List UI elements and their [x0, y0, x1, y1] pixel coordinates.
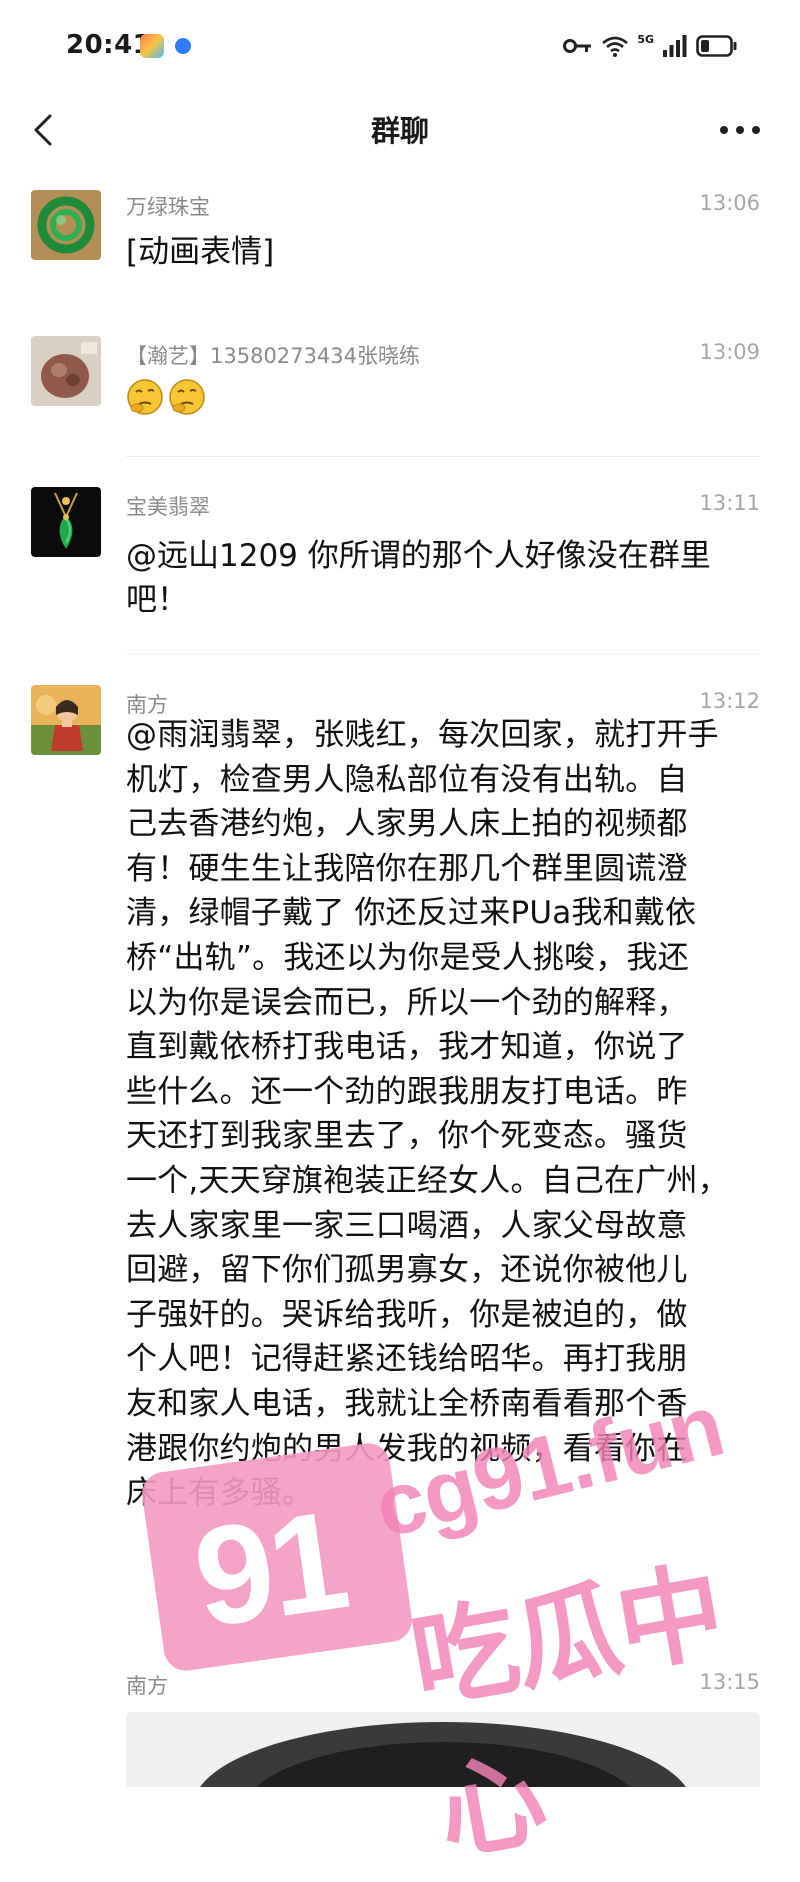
divider	[126, 456, 760, 457]
watermark-label: 吃瓜中心	[402, 1549, 731, 1877]
message-time: 13:11	[699, 491, 760, 515]
divider	[126, 654, 760, 655]
thinking-emoji-icon	[169, 379, 205, 415]
message-line: 直到戴依桥打我电话，我才知道，你说了	[126, 1029, 688, 1066]
message-line: 清，绿帽子戴了 你还反过来PUa我和戴依	[126, 895, 697, 932]
message-line: 机灯，检查男人隐私部位有没有出轨。自	[126, 761, 688, 798]
sender-name: 宝美翡翠	[126, 495, 210, 519]
message-line: 个人吧！记得赶紧还钱给昭华。再打我朋	[126, 1341, 688, 1378]
sender-name: 【瀚艺】13580273434张晓练	[126, 344, 420, 368]
app-notification-icon	[140, 34, 164, 58]
message-text: [动画表情]	[126, 234, 275, 270]
emoji-row	[126, 378, 206, 416]
avatar[interactable]	[31, 685, 101, 755]
message-line: 一个,天天穿旗袍装正经女人。自己在广州，	[126, 1162, 729, 1199]
message-line: @雨润翡翠，张贱红，每次回家，就打开手	[126, 717, 719, 753]
key-icon	[563, 39, 592, 53]
message-time: 13:15	[699, 1670, 760, 1694]
thinking-emoji-icon	[127, 379, 163, 415]
status-bar: 20:41 5G	[0, 0, 800, 92]
message-line: 港跟你约炮的男人发我的视频，看看你在	[126, 1430, 688, 1467]
message-time: 13:06	[699, 191, 760, 215]
avatar[interactable]	[31, 336, 101, 406]
page-title: 群聊	[370, 114, 429, 148]
message-time: 13:12	[699, 689, 760, 713]
sender-name: 万绿珠宝	[126, 195, 210, 219]
avatar[interactable]	[31, 487, 101, 557]
message-line: 子强奸的。哭诉给我听，你是被迫的，做	[126, 1296, 688, 1333]
signal-icon	[663, 35, 687, 57]
message-line: 天还打到我家里去了，你个死变态。骚货	[126, 1118, 688, 1155]
wifi-icon	[602, 36, 629, 57]
blue-dot-icon	[175, 38, 191, 54]
message-line: 回避，留下你们孤男寡女，还说你被他儿	[126, 1252, 688, 1289]
message-line: 床上有多骚。	[126, 1475, 314, 1512]
message-line: 有！硬生生让我陪你在那几个群里圆谎澄	[126, 850, 688, 887]
message-line: 桥“出轨”。我还以为你是受人挑唆，我还	[126, 939, 689, 976]
battery-icon	[696, 35, 737, 57]
message-text: @雨润翡翠，张贱红，每次回家，就打开手 机灯，检查男人隐私部位有没有出轨。自 己…	[126, 713, 766, 1516]
nav-bar: 群聊	[0, 92, 800, 168]
message-time: 13:09	[699, 340, 760, 364]
message-line: 去人家家里一家三口喝酒，人家父母故意	[126, 1207, 688, 1244]
message-line: 以为你是误会而已，所以一个劲的解释，	[126, 984, 688, 1021]
more-dots-icon[interactable]	[718, 118, 762, 142]
image-message[interactable]	[126, 1712, 760, 1787]
sender-name: 南方	[126, 1674, 168, 1698]
status-icons: 5G	[563, 32, 738, 60]
message-line: 己去香港约炮，人家男人床上拍的视频都	[126, 806, 688, 843]
avatar[interactable]	[31, 190, 101, 260]
network-label: 5G	[637, 32, 654, 46]
message-text: @远山1209 你所谓的那个人好像没在群里吧！	[126, 538, 711, 618]
message-line: 友和家人电话，我就让全桥南看看那个香	[126, 1385, 688, 1422]
status-time: 20:41	[66, 30, 152, 60]
message-line: 些什么。还一个劲的跟我朋友打电话。昨	[126, 1073, 688, 1110]
